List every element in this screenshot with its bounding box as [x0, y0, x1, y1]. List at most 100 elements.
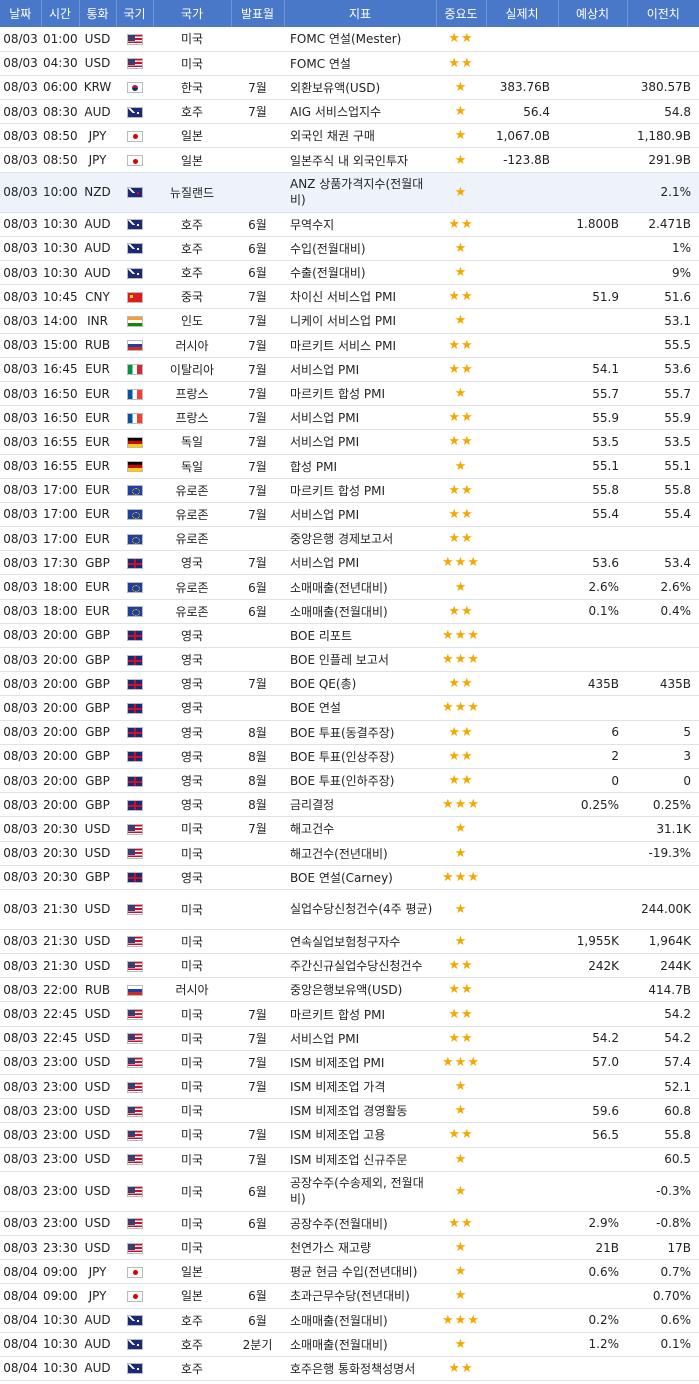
forecast-cell: 56.5 — [558, 1122, 627, 1148]
table-row[interactable]: 08/03 21:30 USD 미국 실업수당신청건수(4주 평균) ★ 244.00K — [0, 889, 699, 930]
table-row[interactable]: 08/03 10:45 CNY 중국 7월 차이신 서비스업 PMI ★★ 51.9 51.6 — [0, 284, 699, 310]
table-row[interactable]: 08/03 21:30 USD 미국 연속실업보험청구자수 ★ 1,955K 1,964K — [0, 929, 699, 955]
previous-cell: -0.3% — [627, 1171, 699, 1212]
flag-cell — [116, 1147, 153, 1172]
table-row[interactable]: 08/03 10:30 AUD 호주 6월 무역수지 ★★ 1.800B 2.471B — [0, 212, 699, 237]
table-row[interactable]: 08/03 16:55 EUR 독일 7월 서비스업 PMI ★★ 53.5 53.5 — [0, 429, 699, 455]
country-cell: 미국 — [153, 1211, 231, 1236]
table-row[interactable]: 08/03 17:00 EUR 유로존 7월 서비스업 PMI ★★ 55.4 55.4 — [0, 502, 699, 528]
table-row[interactable]: 08/03 08:50 JPY 일본 외국인 채권 구매 ★ 1,067.0B 1,180.9… — [0, 123, 699, 149]
table-row[interactable]: 08/03 20:00 GBP 영국 8월 BOE 투표(동결주장) ★★ 6 5 — [0, 720, 699, 745]
table-row[interactable]: 08/03 20:00 GBP 영국 BOE 리포트 ★★★ — [0, 623, 699, 649]
table-row[interactable]: 08/04 10:30 AUD 호주 호주은행 통화정책성명서 ★★ — [0, 1356, 699, 1382]
table-row[interactable]: 08/03 06:00 KRW 한국 7월 외환보유액(USD) ★ 383.76B 380.5… — [0, 75, 699, 101]
table-row[interactable]: 08/03 16:50 EUR 프랑스 7월 마르키트 합성 PMI ★ 55.7 55.7 — [0, 381, 699, 407]
indicator-cell: 외국인 채권 구매 — [284, 123, 436, 149]
col-header-time[interactable]: 시간 — [41, 0, 80, 27]
col-header-flag[interactable]: 국기 — [116, 0, 154, 27]
release-month-cell — [231, 647, 284, 673]
currency-cell: USD — [79, 1050, 116, 1076]
table-row[interactable]: 08/03 18:00 EUR 유로존 6월 소매매출(전월대비) ★★ 0.1% 0.4% — [0, 599, 699, 624]
country-cell: 한국 — [153, 75, 231, 101]
date-cell: 08/03 — [0, 695, 41, 721]
table-row[interactable]: 08/03 20:30 USD 미국 7월 해고건수 ★ 31.1K — [0, 816, 699, 842]
table-row[interactable]: 08/04 10:30 AUD 호주 2분기 소매매출(전월대비) ★ 1.2% 0.1% — [0, 1332, 699, 1357]
table-row[interactable]: 08/03 20:00 GBP 영국 BOE 인플레 보고서 ★★★ — [0, 647, 699, 673]
table-row[interactable]: 08/03 04:30 USD 미국 FOMC 연설 ★★ — [0, 51, 699, 76]
importance-stars: ★ — [436, 1332, 486, 1357]
table-row[interactable]: 08/03 10:30 AUD 호주 6월 수출(전월대비) ★ 9% — [0, 260, 699, 286]
table-row[interactable]: 08/03 01:00 USD 미국 FOMC 연설(Mester) ★★ — [0, 27, 699, 52]
release-month-cell — [231, 841, 284, 866]
table-row[interactable]: 08/04 10:30 AUD 호주 6월 소매매출(전월대비) ★★★ 0.2% 0.6% — [0, 1308, 699, 1333]
previous-cell: 1,180.9B — [627, 123, 699, 149]
table-row[interactable]: 08/03 22:00 RUB 러시아 중앙은행보유액(USD) ★★ 414.7B — [0, 977, 699, 1003]
table-row[interactable]: 08/03 21:30 USD 미국 주간신규실업수당신청건수 ★★ 242K 244K — [0, 953, 699, 979]
table-row[interactable]: 08/04 09:00 JPY 일본 6월 초과근무수당(전년대비) ★ 0.70% — [0, 1283, 699, 1309]
table-row[interactable]: 08/04 09:00 JPY 일본 평균 현금 수입(전년대비) ★ 0.6% 0.7% — [0, 1259, 699, 1285]
currency-cell: EUR — [79, 429, 116, 455]
col-header-previous[interactable]: 이전치 — [627, 0, 699, 27]
table-row[interactable]: 08/03 23:00 USD 미국 6월 공장수주(전월대비) ★★ 2.9% -0.8% — [0, 1211, 699, 1236]
table-row[interactable]: 08/03 20:00 GBP 영국 BOE 연설 ★★★ — [0, 695, 699, 721]
table-row[interactable]: 08/03 23:00 USD 미국 6월 공장수주(수송제외, 전월대비) ★ -0.3% — [0, 1171, 699, 1212]
flag-cell — [116, 284, 153, 310]
forecast-cell — [558, 977, 627, 1003]
col-header-release-month[interactable]: 발표월 — [231, 0, 285, 27]
col-header-actual[interactable]: 실제치 — [486, 0, 559, 27]
time-cell: 09:00 — [41, 1283, 79, 1309]
flag-cell — [116, 454, 153, 479]
forecast-cell — [558, 647, 627, 673]
table-row[interactable]: 08/03 14:00 INR 인도 7월 니케이 서비스업 PMI ★ 53.1 — [0, 308, 699, 334]
table-row[interactable]: 08/03 17:00 EUR 유로존 7월 마르키트 합성 PMI ★★ 55.8 55.8 — [0, 478, 699, 503]
economic-calendar-table: 날짜 시간 통화 국기 국가 발표월 지표 중요도 실제치 예상치 이전치 08… — [0, 0, 699, 1382]
actual-cell — [486, 816, 558, 842]
table-row[interactable]: 08/03 17:30 GBP 영국 7월 서비스업 PMI ★★★ 53.6 53.4 — [0, 550, 699, 576]
flag-cell — [116, 889, 153, 930]
flag-icon-nz — [126, 187, 143, 199]
importance-stars: ★ — [436, 1283, 486, 1309]
table-row[interactable]: 08/03 20:30 USD 미국 해고건수(전년대비) ★ -19.3% — [0, 841, 699, 866]
time-cell: 10:30 — [41, 260, 79, 286]
date-cell: 08/03 — [0, 51, 41, 76]
table-row[interactable]: 08/03 20:00 GBP 영국 7월 BOE QE(총) ★★ 435B 435B — [0, 671, 699, 697]
col-header-date[interactable]: 날짜 — [0, 0, 42, 27]
table-row[interactable]: 08/03 10:00 NZD 뉴질랜드 ANZ 상품가격지수(전월대비) ★ 2.1% — [0, 172, 699, 213]
table-row[interactable]: 08/03 20:00 GBP 영국 8월 BOE 투표(인상주장) ★★ 2 3 — [0, 744, 699, 769]
table-row[interactable]: 08/03 15:00 RUB 러시아 7월 마르키트 서비스 PMI ★★ 55.5 — [0, 333, 699, 358]
currency-cell: USD — [79, 929, 116, 955]
table-row[interactable]: 08/03 17:00 EUR 유로존 중앙은행 경제보고서 ★★ — [0, 526, 699, 552]
release-month-cell: 7월 — [231, 357, 284, 382]
table-row[interactable]: 08/03 18:00 EUR 유로존 6월 소매매출(전년대비) ★ 2.6% 2.6% — [0, 574, 699, 600]
table-row[interactable]: 08/03 22:45 USD 미국 7월 마르키트 합성 PMI ★★ 54.2 — [0, 1001, 699, 1027]
actual-cell — [486, 333, 558, 358]
table-row[interactable]: 08/03 23:00 USD 미국 7월 ISM 비제조업 PMI ★★★ 57.0 57.4 — [0, 1050, 699, 1076]
col-header-country[interactable]: 국가 — [153, 0, 232, 27]
table-row[interactable]: 08/03 23:00 USD 미국 7월 ISM 비제조업 고용 ★★ 56.5 55.8 — [0, 1122, 699, 1148]
table-row[interactable]: 08/03 10:30 AUD 호주 6월 수입(전월대비) ★ 1% — [0, 236, 699, 262]
table-row[interactable]: 08/03 16:50 EUR 프랑스 7월 서비스업 PMI ★★ 55.9 55.9 — [0, 405, 699, 431]
col-header-forecast[interactable]: 예상치 — [558, 0, 628, 27]
table-row[interactable]: 08/03 20:00 GBP 영국 8월 BOE 투표(인하주장) ★★ 0 0 — [0, 768, 699, 794]
release-month-cell — [231, 123, 284, 149]
table-row[interactable]: 08/03 08:30 AUD 호주 7월 AIG 서비스업지수 ★ 56.4 54.8 — [0, 99, 699, 125]
col-header-indicator[interactable]: 지표 — [284, 0, 437, 27]
previous-cell: 1% — [627, 236, 699, 262]
table-row[interactable]: 08/03 20:30 GBP 영국 BOE 연설(Carney) ★★★ — [0, 865, 699, 890]
table-row[interactable]: 08/03 23:30 USD 미국 천연가스 재고량 ★ 21B 17B — [0, 1235, 699, 1261]
flag-cell — [116, 236, 153, 262]
flag-icon-us — [126, 33, 143, 45]
col-header-currency[interactable]: 통화 — [79, 0, 117, 27]
table-row[interactable]: 08/03 16:55 EUR 독일 7월 합성 PMI ★ 55.1 55.1 — [0, 454, 699, 479]
release-month-cell: 7월 — [231, 816, 284, 842]
table-row[interactable]: 08/03 08:50 JPY 일본 일본주식 내 외국인투자 ★ -123.8B 291.9… — [0, 147, 699, 173]
table-row[interactable]: 08/03 16:45 EUR 이탈리아 7월 서비스업 PMI ★★ 54.1 53.6 — [0, 357, 699, 382]
flag-icon-de — [126, 436, 143, 448]
col-header-importance[interactable]: 중요도 — [436, 0, 487, 27]
importance-stars: ★★★ — [436, 695, 486, 721]
table-row[interactable]: 08/03 23:00 USD 미국 ISM 비제조업 경영활동 ★ 59.6 60.8 — [0, 1098, 699, 1124]
table-row[interactable]: 08/03 23:00 USD 미국 7월 ISM 비제조업 신규주문 ★ 60.5 — [0, 1147, 699, 1172]
table-row[interactable]: 08/03 23:00 USD 미국 7월 ISM 비제조업 가격 ★ 52.1 — [0, 1074, 699, 1100]
table-row[interactable]: 08/03 22:45 USD 미국 7월 서비스업 PMI ★★ 54.2 54.2 — [0, 1026, 699, 1051]
table-row[interactable]: 08/03 20:00 GBP 영국 8월 금리결정 ★★★ 0.25% 0.25% — [0, 792, 699, 818]
